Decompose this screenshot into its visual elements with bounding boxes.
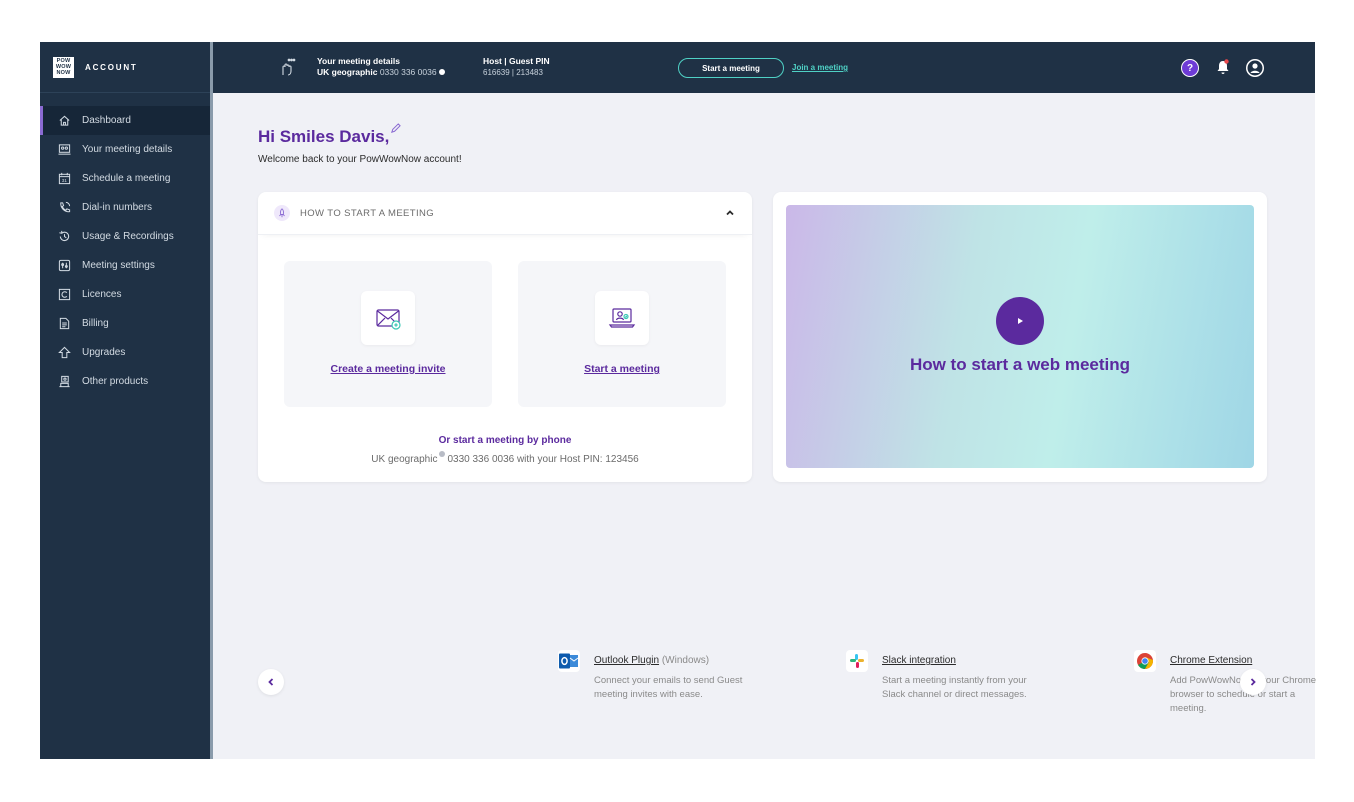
slack-integration-title: Slack integration — [882, 655, 956, 666]
sidebar-item-label: Licences — [82, 289, 122, 300]
slack-integration-desc: Start a meeting instantly from your Slac… — [882, 675, 1027, 700]
video-title: How to start a web meeting — [909, 355, 1131, 374]
carousel-next-button[interactable] — [1240, 669, 1266, 695]
create-invite-tile[interactable]: Create a meeting invite — [284, 261, 492, 407]
sidebar-item-dial-in[interactable]: Dial-in numbers — [40, 193, 210, 222]
sidebar-item-label: Your meeting details — [82, 144, 173, 155]
upgrade-icon — [58, 346, 71, 359]
welcome-text: Welcome back to your PowWowNow account! — [258, 154, 462, 165]
sidebar-item-label: Meeting settings — [82, 260, 155, 271]
chevron-left-icon — [268, 678, 274, 686]
help-icon[interactable]: ? — [1181, 59, 1199, 77]
phone-icon — [58, 201, 71, 214]
products-icon — [58, 375, 71, 388]
outlook-plugin-desc: Connect your emails to send Guest meetin… — [594, 675, 743, 700]
sidebar-item-label: Dial-in numbers — [82, 202, 153, 213]
how-to-start-header[interactable]: HOW TO START A MEETING — [258, 192, 752, 235]
sidebar-item-other-products[interactable]: Other products — [40, 367, 210, 396]
home-icon — [58, 114, 71, 127]
info-icon[interactable] — [439, 451, 446, 457]
phone-start-instructions: UK geographic 0330 336 0036 with your Hos… — [258, 451, 752, 465]
carousel-prev-button[interactable] — [258, 669, 284, 695]
chrome-extension-link[interactable]: Chrome Extension — [1170, 655, 1252, 666]
sidebar-item-usage[interactable]: Usage & Recordings — [40, 222, 210, 251]
sidebar-item-meeting-details[interactable]: Your meeting details — [40, 135, 210, 164]
svg-text:31: 31 — [62, 178, 68, 183]
play-icon[interactable] — [996, 297, 1044, 345]
notification-bell-icon[interactable] — [1214, 58, 1232, 76]
sidebar-item-label: Billing — [82, 318, 109, 329]
brand: POW WOW NOW ACCOUNT — [40, 42, 210, 93]
slack-integration-link[interactable]: Slack integration — [882, 655, 956, 666]
greeting-heading: Hi Smiles Davis, — [258, 127, 390, 146]
pin-title: Host | Guest PIN — [483, 56, 550, 66]
chevron-right-icon — [1250, 678, 1256, 686]
sidebar-nav: Dashboard Your meeting details 31 Schedu… — [40, 106, 210, 396]
document-icon — [58, 317, 71, 330]
outlook-icon — [558, 650, 580, 672]
sidebar-item-label: Schedule a meeting — [82, 173, 171, 184]
video-card: How to start a web meeting — [773, 192, 1267, 482]
outlook-plugin-link[interactable]: Outlook Plugin — [594, 655, 659, 666]
chevron-up-icon[interactable] — [724, 207, 736, 219]
calendar-icon: 31 — [58, 172, 71, 185]
sidebar-item-schedule[interactable]: 31 Schedule a meeting — [40, 164, 210, 193]
sidebar-item-meeting-settings[interactable]: Meeting settings — [40, 251, 210, 280]
meeting-details-title: Your meeting details — [317, 56, 400, 66]
meeting-details-icon — [58, 143, 71, 156]
powwownow-logo[interactable]: POW WOW NOW — [53, 56, 74, 78]
start-meeting-button[interactable]: Start a meeting — [678, 58, 784, 78]
sidebar-item-licences[interactable]: Licences — [40, 280, 210, 309]
sidebar-item-dashboard[interactable]: Dashboard — [40, 106, 210, 135]
rocket-icon — [274, 205, 290, 221]
sidebar-item-upgrades[interactable]: Upgrades — [40, 338, 210, 367]
user-avatar-icon[interactable] — [1245, 58, 1265, 78]
start-meeting-link[interactable]: Start a meeting — [518, 363, 726, 375]
start-meeting-tile[interactable]: Start a meeting — [518, 261, 726, 407]
meeting-details-number: UK geographic 0330 336 0036 — [317, 67, 445, 78]
how-to-start-card: HOW TO START A MEETING Create a meeting … — [258, 192, 752, 482]
phone-start-title: Or start a meeting by phone — [438, 435, 572, 446]
sidebar-item-label: Upgrades — [82, 347, 126, 358]
laptop-user-icon — [595, 291, 649, 345]
main-content: Your meeting details UK geographic 0330 … — [213, 42, 1316, 759]
sidebar-item-label: Usage & Recordings — [82, 231, 174, 242]
licence-icon — [58, 288, 71, 301]
outlook-plugin-title: Outlook Plugin (Windows) — [594, 655, 710, 666]
join-meeting-link[interactable]: Join a meeting — [792, 63, 848, 72]
sidebar-item-label: Other products — [82, 376, 149, 387]
chrome-icon — [1134, 650, 1156, 672]
envelope-icon — [361, 291, 415, 345]
edit-pencil-icon[interactable] — [390, 123, 401, 134]
brand-label: ACCOUNT — [85, 62, 138, 72]
meeting-details-summary: Your meeting details UK geographic 0330 … — [317, 56, 445, 78]
pin-values: 616639 | 213483 — [483, 68, 543, 77]
host-guest-pin: Host | Guest PIN 616639 | 213483 — [483, 56, 550, 78]
top-bar: Your meeting details UK geographic 0330 … — [213, 42, 1315, 93]
info-icon[interactable] — [438, 69, 445, 75]
history-icon — [58, 230, 71, 243]
sidebar-item-billing[interactable]: Billing — [40, 309, 210, 338]
how-to-start-title: HOW TO START A MEETING — [300, 207, 435, 219]
create-invite-link[interactable]: Create a meeting invite — [284, 363, 492, 375]
settings-icon — [58, 259, 71, 272]
app-window: POW WOW NOW ACCOUNT Dashboard Your meeting… — [40, 42, 1316, 759]
sidebar: POW WOW NOW ACCOUNT Dashboard Your meeting… — [40, 42, 210, 759]
slack-icon — [846, 650, 868, 672]
dial-pad-hand-icon — [282, 58, 296, 76]
sidebar-item-label: Dashboard — [82, 115, 131, 126]
video-player[interactable]: How to start a web meeting — [786, 205, 1254, 468]
chrome-extension-title: Chrome Extension — [1170, 655, 1252, 666]
